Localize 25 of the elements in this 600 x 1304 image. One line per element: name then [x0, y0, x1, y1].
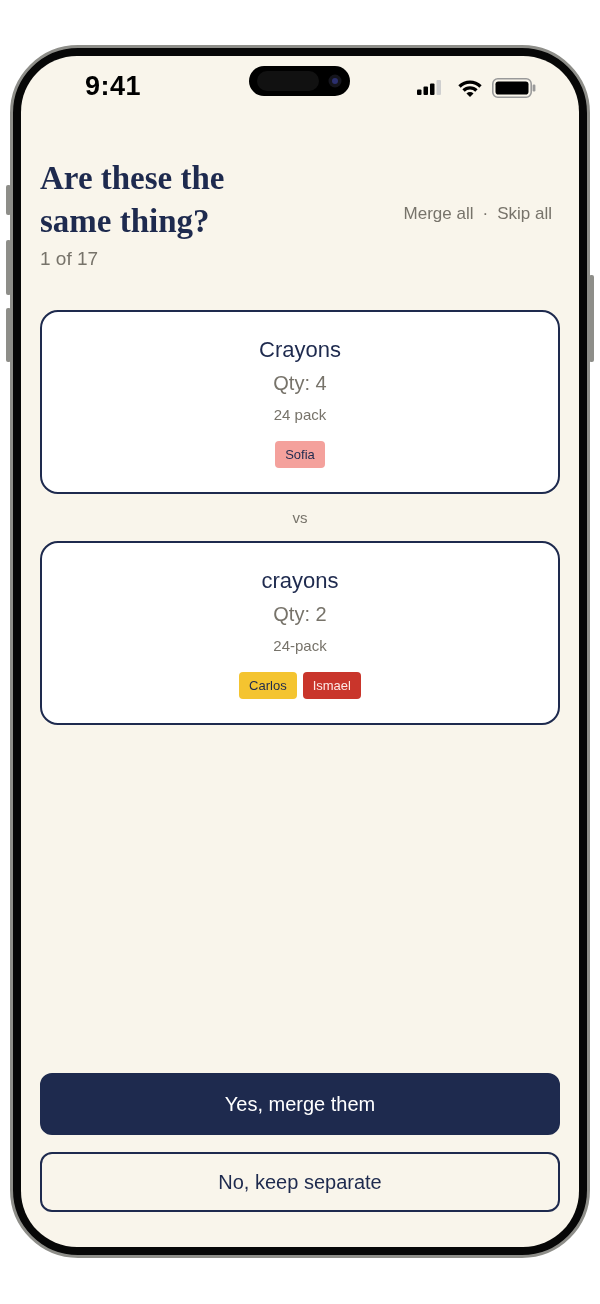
progress-count: 1 of 17	[40, 247, 100, 271]
signal-icon	[417, 80, 441, 95]
action-link[interactable]: Skip all	[497, 201, 552, 227]
side-button[interactable]	[6, 240, 11, 295]
vs-label: vs	[291, 508, 309, 528]
person-tag: Ismael	[302, 672, 361, 699]
item-quantity: Qty: 2	[272, 602, 328, 627]
item-name: crayons	[260, 567, 340, 595]
person-tag: Sofia	[275, 441, 325, 468]
side-button[interactable]	[6, 308, 11, 362]
side-button[interactable]	[589, 275, 594, 362]
separator-dot: ·	[482, 203, 489, 226]
item-name: Crayons	[258, 336, 342, 364]
item-quantity: Qty: 4	[272, 371, 328, 396]
status-time: 9:41	[85, 73, 143, 100]
decline-button[interactable]: No, keep separate	[40, 1152, 560, 1212]
person-tag: Carlos	[239, 672, 297, 699]
wifi-icon	[458, 78, 482, 97]
item-size: 24 pack	[272, 405, 328, 425]
action-link[interactable]: Merge all	[403, 201, 474, 227]
side-button[interactable]	[6, 185, 11, 215]
page-title: Are these the same thing?	[40, 159, 226, 241]
item-size: 24-pack	[272, 636, 328, 656]
battery-icon	[492, 77, 536, 98]
confirm-button[interactable]: Yes, merge them	[40, 1073, 560, 1135]
